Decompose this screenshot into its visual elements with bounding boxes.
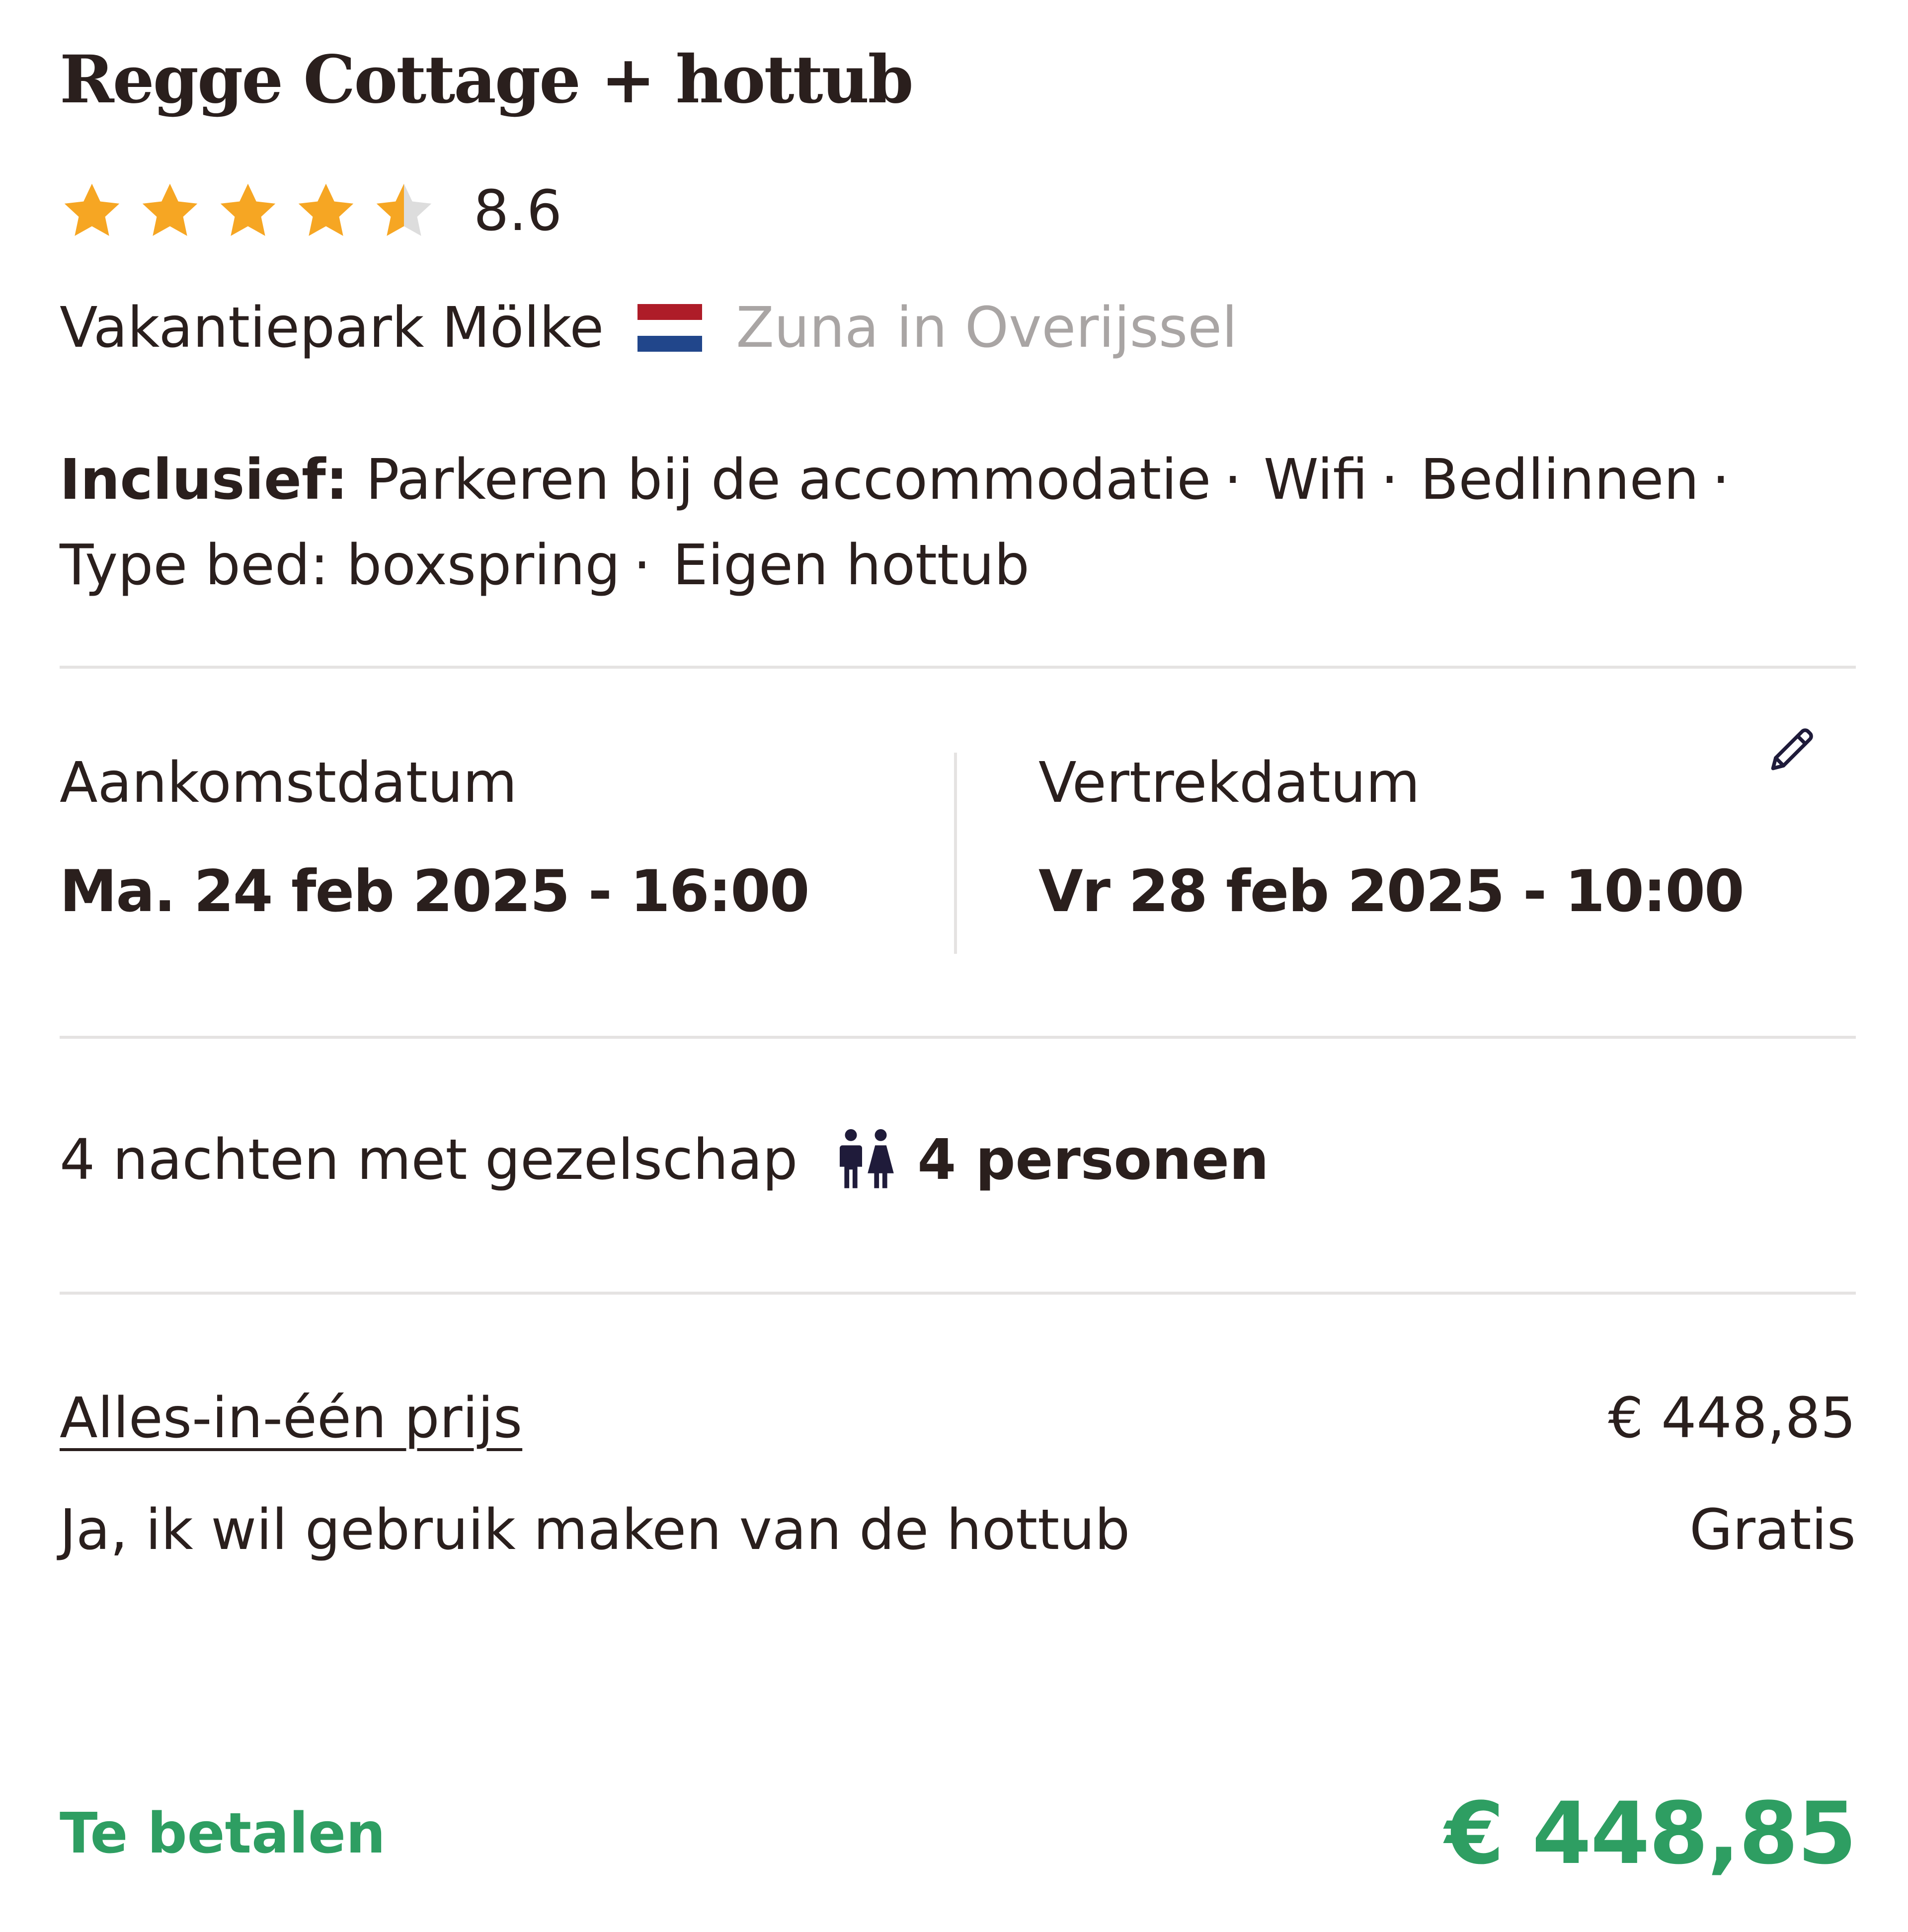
location-row: Vakantiepark Mölke Zuna in Overijssel — [60, 296, 1237, 360]
half-star-icon — [376, 183, 432, 236]
arrival-date: Aankomstdatum Ma. 24 feb 2025 - 16:00 — [60, 751, 810, 925]
departure-label: Vertrekdatum — [1038, 751, 1420, 815]
price-value: Gratis — [1689, 1498, 1856, 1562]
price-line: Ja, ik wil gebruik maken van de hottub G… — [60, 1498, 1856, 1562]
arrival-label: Aankomstdatum — [60, 751, 517, 815]
price-label: Ja, ik wil gebruik maken van de hottub — [60, 1498, 1130, 1562]
star-icon — [298, 183, 354, 236]
divider — [60, 1036, 1856, 1039]
date-separator — [954, 753, 957, 954]
inclusion-item: Eigen hottub — [673, 533, 1030, 598]
separator-dot: · — [633, 533, 651, 598]
separator-dot: · — [1712, 448, 1730, 512]
inclusions: Inclusief: Parkeren bij de accommodatie ·… — [60, 437, 1873, 608]
inclusion-item: Parkeren bij de accommodatie — [366, 448, 1211, 512]
persons-count: 4 personen — [917, 1128, 1269, 1192]
total-line: Te betalen € 448,85 — [60, 1783, 1857, 1883]
star-icon — [142, 183, 198, 236]
price-value: € 448,85 — [1608, 1386, 1856, 1451]
persons-icon — [840, 1129, 894, 1188]
separator-dot: · — [1224, 448, 1242, 512]
inclusion-item: Wifi — [1263, 448, 1368, 512]
party-row: 4 nachten met gezelschap 4 personen — [60, 1123, 1269, 1197]
star-icon — [64, 183, 120, 236]
nights-text: 4 nachten met gezelschap — [60, 1128, 798, 1192]
separator-dot: · — [1380, 448, 1399, 512]
departure-value: Vr 28 feb 2025 - 10:00 — [1038, 858, 1745, 925]
rating-score: 8.6 — [474, 179, 562, 243]
all-in-price-link[interactable]: Alles-in-één prijs — [60, 1386, 522, 1451]
price-line: Alles-in-één prijs € 448,85 — [60, 1386, 1856, 1451]
rating-row: 8.6 — [60, 176, 562, 246]
inclusions-label: Inclusief: — [60, 448, 348, 512]
departure-date: Vertrekdatum Vr 28 feb 2025 - 10:00 — [1038, 751, 1745, 925]
accommodation-title: Regge Cottage + hottub — [60, 41, 914, 118]
total-amount: € 448,85 — [1444, 1783, 1857, 1883]
total-label: Te betalen — [60, 1801, 386, 1866]
booking-summary-card: Regge Cottage + hottub 8.6 Vakantiepark … — [0, 0, 1908, 1932]
divider — [60, 1292, 1856, 1295]
netherlands-flag-icon — [637, 304, 703, 352]
inclusion-item: Type bed: boxspring — [60, 533, 621, 598]
park-name: Vakantiepark Mölke — [60, 296, 604, 360]
region-name: Zuna in Overijssel — [736, 296, 1238, 360]
star-icon — [220, 183, 276, 236]
arrival-value: Ma. 24 feb 2025 - 16:00 — [60, 858, 810, 925]
edit-dates-button[interactable] — [1761, 720, 1821, 780]
star-rating — [60, 179, 450, 243]
divider — [60, 666, 1856, 669]
inclusion-item: Bedlinnen — [1420, 448, 1699, 512]
pencil-icon — [1771, 728, 1813, 771]
